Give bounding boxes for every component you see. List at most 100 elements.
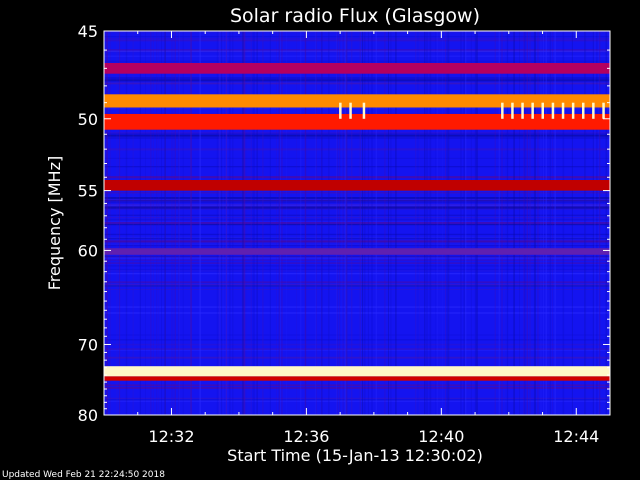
noise-column (446, 31, 449, 415)
noise-column (152, 31, 154, 415)
noise-column (182, 31, 184, 415)
noise-column (529, 31, 531, 415)
noise-column (562, 31, 565, 415)
noise-column (328, 31, 330, 415)
noise-column (286, 31, 288, 415)
noise-column (359, 31, 361, 415)
plot-area (103, 30, 611, 416)
noise-column (321, 31, 323, 415)
y-tick-label: 55 (78, 182, 98, 201)
noise-column (262, 31, 264, 415)
noise-column (519, 31, 520, 415)
noise-column (156, 31, 158, 415)
noise-column (225, 31, 227, 415)
noise-column (345, 31, 348, 415)
noise-column (221, 31, 223, 415)
y-tick-label: 50 (78, 110, 98, 129)
burst-mark (582, 102, 585, 119)
noise-column (463, 31, 465, 415)
noise-column (371, 31, 373, 415)
noise-column (132, 31, 134, 415)
noise-column (269, 31, 271, 415)
noise-column (429, 31, 432, 415)
updated-timestamp: Updated Wed Feb 21 22:24:50 2018 (2, 470, 165, 480)
noise-column (554, 31, 556, 415)
noise-column (418, 31, 420, 415)
noise-column (442, 31, 444, 415)
noise-column (498, 31, 500, 415)
noise-column (296, 31, 297, 415)
noise-column (125, 31, 128, 415)
noise-column (584, 31, 587, 415)
x-axis-label: Start Time (15-Jan-13 12:30:02) (227, 446, 483, 465)
noise-column (513, 31, 515, 415)
burst-mark (571, 102, 575, 119)
noise-column (384, 31, 386, 415)
burst-mark (541, 102, 544, 119)
noise-column (501, 31, 503, 415)
burst-mark (339, 102, 342, 119)
noise-column (118, 31, 121, 415)
y-tick-label: 60 (78, 241, 98, 260)
noise-column (542, 31, 544, 415)
noise-column (540, 31, 542, 415)
chart-title: Solar radio Flux (Glasgow) (230, 5, 480, 27)
noise-column (216, 31, 218, 415)
burst-mark (592, 102, 595, 119)
noise-column (526, 31, 528, 415)
noise-column (232, 31, 234, 415)
noise-column (596, 31, 597, 415)
noise-column (593, 31, 596, 415)
noise-column (219, 31, 221, 415)
noise-column (549, 31, 551, 415)
noise-column (305, 31, 307, 415)
noise-column (171, 31, 173, 415)
noise-column (533, 31, 535, 415)
noise-column (363, 31, 366, 415)
y-tick-label: 45 (78, 22, 98, 41)
noise-column (253, 31, 255, 415)
burst-mark (349, 102, 352, 119)
burst-mark (501, 102, 504, 119)
noise-column (150, 31, 152, 415)
noise-column (145, 31, 146, 415)
noise-column (470, 31, 472, 415)
emission-band (104, 94, 610, 108)
noise-column (278, 31, 280, 415)
noise-column (534, 31, 536, 415)
noise-column (464, 31, 467, 415)
noise-column (173, 31, 175, 415)
noise-column (161, 31, 162, 415)
noise-column (281, 31, 283, 415)
noise-column (140, 31, 141, 415)
noise-column (362, 31, 363, 415)
burst-mark (521, 102, 524, 119)
burst-mark (551, 102, 555, 119)
burst-mark (561, 102, 565, 119)
emission-band (104, 180, 610, 191)
noise-column (395, 31, 397, 415)
burst-mark (531, 102, 534, 119)
noise-column (300, 31, 302, 415)
noise-column (178, 31, 180, 415)
noise-column (460, 31, 462, 415)
noise-column (242, 31, 244, 415)
burst-mark (602, 102, 605, 119)
noise-column (116, 31, 118, 415)
noise-column (506, 31, 509, 415)
noise-column (106, 31, 108, 415)
emission-band (104, 248, 610, 255)
noise-column (158, 31, 160, 415)
noise-column (552, 31, 553, 415)
noise-column (245, 31, 247, 415)
noise-column (375, 31, 378, 415)
emission-band (104, 376, 610, 381)
y-axis-label: Frequency [MHz] (45, 156, 64, 290)
noise-column (545, 31, 547, 415)
noise-column (504, 31, 506, 415)
noise-column (341, 31, 343, 415)
spectrogram-figure: Solar radio Flux (Glasgow) 455055607080 … (0, 0, 640, 480)
burst-mark (511, 102, 514, 119)
noise-column (494, 31, 496, 415)
y-tick-label: 80 (78, 406, 98, 425)
